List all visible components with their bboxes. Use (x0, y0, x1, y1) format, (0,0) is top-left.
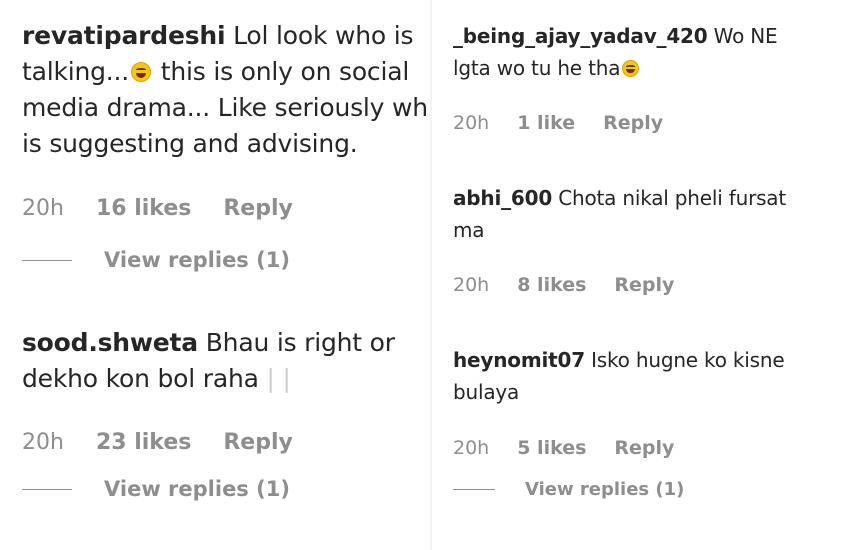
comment-sood-shweta: sood.shweta Bhau is right or dekho kon b… (22, 325, 430, 501)
comment-body: Lol look who is (233, 21, 414, 50)
comment-username[interactable]: _being_ajay_yadav_420 (453, 24, 708, 48)
comment-body: this is only on social (153, 57, 410, 86)
likes-count[interactable]: 16 likes (96, 196, 191, 221)
reply-button[interactable]: Reply (603, 112, 663, 134)
reply-button[interactable]: Reply (614, 437, 674, 459)
likes-count[interactable]: 8 likes (517, 274, 586, 296)
left-comment-column: revatipardeshi Lol look who is talking..… (0, 0, 430, 550)
comment-meta: 20h 1 like Reply (453, 112, 663, 134)
reply-button[interactable]: Reply (223, 196, 293, 221)
unsupported-glyph: | | (266, 364, 291, 393)
view-replies-button[interactable]: View replies (1) (22, 248, 290, 272)
likes-count[interactable]: 5 likes (517, 437, 586, 459)
comment-username[interactable]: heynomit07 (453, 348, 585, 372)
likes-count[interactable]: 1 like (517, 112, 575, 134)
comment-meta: 20h 8 likes Reply (453, 274, 674, 296)
comment-abhi-600: abhi_600 Chota nikal pheli fursat ma 20h… (453, 182, 850, 296)
comment-body: media drama... Like seriously wh (22, 93, 428, 122)
view-replies-button[interactable]: View replies (1) (22, 477, 290, 501)
comment-text: heynomit07 Isko hugne ko kisne bulaya (453, 344, 850, 408)
comment-meta: 20h 23 likes Reply (22, 430, 293, 455)
comment-time: 20h (453, 274, 490, 296)
laughing-emoji-icon (131, 62, 152, 82)
comment-text: _being_ajay_yadav_420 Wo NE lgta wo tu h… (453, 20, 850, 84)
likes-count[interactable]: 23 likes (96, 430, 191, 455)
comment-body: Chota nikal pheli fursat (558, 186, 787, 210)
view-replies-label: View replies (1) (525, 479, 685, 500)
comment-username[interactable]: sood.shweta (22, 328, 198, 357)
comment-revatipardeshi: revatipardeshi Lol look who is talking..… (22, 18, 430, 272)
comment-time: 20h (22, 196, 64, 221)
comment-text: abhi_600 Chota nikal pheli fursat ma (453, 182, 850, 246)
comment-username[interactable]: abhi_600 (453, 186, 552, 210)
view-replies-label: View replies (1) (104, 248, 290, 272)
right-comment-column: _being_ajay_yadav_420 Wo NE lgta wo tu h… (432, 0, 850, 550)
comment-body: Wo NE (713, 24, 778, 48)
comment-body: Isko hugne ko kisne (591, 348, 785, 372)
comment-meta: 20h 16 likes Reply (22, 196, 293, 221)
comment-time: 20h (22, 430, 64, 455)
comment-time: 20h (453, 437, 490, 459)
comment-text: revatipardeshi Lol look who is talking..… (22, 18, 430, 162)
comment-body: dekho kon bol raha (22, 364, 259, 393)
comment-body: is suggesting and advising. (22, 129, 358, 158)
comment-text: sood.shweta Bhau is right or dekho kon b… (22, 325, 430, 397)
view-replies-button[interactable]: View replies (1) (453, 479, 684, 500)
reply-button[interactable]: Reply (223, 430, 293, 455)
view-replies-label: View replies (1) (104, 477, 290, 501)
laughing-emoji-icon (622, 60, 640, 77)
comment-being-ajay-yadav-420: _being_ajay_yadav_420 Wo NE lgta wo tu h… (453, 20, 850, 134)
comment-heynomit07: heynomit07 Isko hugne ko kisne bulaya 20… (453, 344, 850, 500)
comment-username[interactable]: revatipardeshi (22, 21, 226, 50)
divider-line (22, 259, 72, 261)
comment-body: ma (453, 218, 485, 242)
comment-meta: 20h 5 likes Reply (453, 437, 674, 459)
reply-button[interactable]: Reply (614, 274, 674, 296)
comment-body: bulaya (453, 380, 520, 404)
comment-body: talking... (22, 57, 130, 86)
divider-line (453, 489, 495, 490)
divider-line (22, 488, 72, 490)
comment-body: lgta wo tu he tha (453, 56, 621, 80)
comment-time: 20h (453, 112, 490, 134)
comment-body: Bhau is right or (205, 328, 395, 357)
